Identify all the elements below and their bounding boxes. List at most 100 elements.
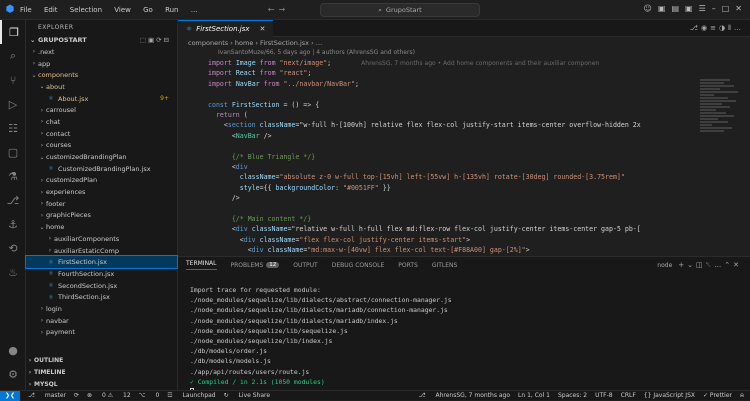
branch-indicator[interactable]: ⎇ master	[28, 392, 66, 399]
toggle-secondary-sidebar-icon[interactable]: ▣	[685, 4, 693, 13]
python-icon[interactable]: ♨	[0, 260, 26, 284]
more-icon[interactable]: …	[714, 261, 724, 269]
toggle-panel-icon[interactable]: ▤	[671, 4, 679, 13]
minimap[interactable]	[700, 78, 740, 158]
tree-folder[interactable]: › .next	[26, 46, 177, 58]
search-icon[interactable]: ⌕	[0, 44, 26, 68]
code-editor[interactable]: IvanSantoMuze/66, 5 days ago | 4 authors…	[178, 49, 750, 256]
copilot-icon[interactable]: ☺	[644, 4, 652, 13]
section-outline[interactable]: › OUTLINE	[26, 355, 178, 367]
tree-folder[interactable]: › carrousel	[26, 104, 177, 116]
gitlens-blame-status[interactable]: ⎇ AhrensSG, 7 months ago	[419, 392, 510, 400]
tree-folder[interactable]: › navbar	[26, 315, 177, 327]
file-tree: › .next › app ⌄ components ⌄ about ⚛ About.jsx 9+ ›…	[25, 46, 178, 339]
tab-gitlens[interactable]: GITLENS	[432, 262, 458, 269]
trash-icon[interactable]: ␡	[706, 261, 715, 269]
extensions-icon[interactable]: ☷	[0, 116, 26, 140]
tree-folder[interactable]: › courses	[26, 140, 177, 152]
gitlens-icon[interactable]: ⎇	[0, 188, 26, 212]
tree-folder[interactable]: ⌄ home	[26, 221, 177, 233]
breadcrumb[interactable]: components › home › FirstSection.jsx › …	[178, 37, 750, 49]
tree-folder[interactable]: › customizedPlan	[26, 175, 177, 187]
section-mysql[interactable]: › MYSQL	[26, 378, 178, 390]
tree-folder[interactable]: › graphicPieces	[26, 210, 177, 222]
toggle-sidebar-icon[interactable]: ▣	[658, 4, 666, 13]
layout-icon[interactable]: ☰	[699, 4, 706, 13]
close-tab-icon[interactable]: ✕	[260, 25, 266, 33]
run-debug-icon[interactable]: ▷	[0, 92, 26, 116]
tree-folder[interactable]: › app	[26, 58, 177, 70]
tree-folder[interactable]: › footer	[26, 198, 177, 210]
add-terminal-icon[interactable]: +	[678, 261, 687, 269]
tree-folder[interactable]: › login	[26, 303, 177, 315]
tree-folder[interactable]: ⌄ customizedBrandingPlan	[26, 151, 177, 163]
tree-folder[interactable]: ⌄ about	[26, 81, 177, 93]
tab-problems[interactable]: PROBLEMS 12	[231, 262, 280, 269]
live-share-button[interactable]: ↻ Live Share	[224, 392, 270, 399]
line-ending[interactable]: CRLF	[621, 392, 636, 400]
menu-more[interactable]: …	[191, 6, 198, 14]
indentation[interactable]: Spaces: 2	[558, 392, 587, 400]
menu-selection[interactable]: Selection	[70, 6, 102, 14]
tree-folder[interactable]: › auxiliarEstaticComp	[26, 245, 177, 257]
forward-arrow-icon[interactable]: →	[278, 5, 289, 14]
ports-indicator[interactable]: ⌥ 0	[139, 392, 160, 399]
sync-icon[interactable]: ⟳	[74, 392, 79, 399]
prettier-status[interactable]: ✓ Prettier	[703, 392, 732, 400]
menu-view[interactable]: View	[114, 6, 131, 14]
launchpad-button[interactable]: ☲ Launchpad	[167, 392, 215, 399]
section-timeline[interactable]: › TIMELINE	[26, 367, 178, 379]
tab-output[interactable]: OUTPUT	[293, 262, 317, 269]
remote-indicator-icon[interactable]: ❯❮	[0, 390, 20, 401]
maximize-icon[interactable]: □	[722, 4, 730, 13]
tree-folder[interactable]: › payment	[26, 327, 177, 339]
docker-icon[interactable]: ⚓	[0, 212, 26, 236]
menu-run[interactable]: Run	[165, 6, 178, 14]
tree-folder[interactable]: › experiences	[26, 186, 177, 198]
tree-folder[interactable]: › chat	[26, 116, 177, 128]
notifications-bell-icon[interactable]: ⍾	[740, 392, 744, 400]
explorer-toolbar[interactable]: ⬚▣⟳⊟	[140, 36, 171, 44]
live-share-icon[interactable]: ⟲	[0, 236, 26, 260]
maximize-panel-icon[interactable]: ⌃	[724, 261, 733, 269]
close-panel-icon[interactable]: ✕	[733, 261, 742, 269]
tab-ports[interactable]: PORTS	[398, 262, 418, 269]
encoding[interactable]: UTF-8	[595, 392, 613, 400]
tree-folder[interactable]: › auxiliarComponents	[26, 233, 177, 245]
terminal-output[interactable]: Import trace for requested module: ./node…	[178, 273, 750, 397]
close-icon[interactable]: ✕	[735, 4, 742, 13]
source-control-icon[interactable]: ⑂	[0, 68, 26, 92]
editor-actions[interactable]: ⎇◉≡◑⫴…	[690, 24, 744, 33]
manage-gear-icon[interactable]: ⚙	[0, 362, 26, 386]
tree-file[interactable]: ⚛ FirstSection.jsx	[25, 255, 178, 270]
tab-terminal[interactable]: TERMINAL	[186, 260, 217, 270]
tab-firstsection[interactable]: ⚛ FirstSection.jsx ✕	[178, 20, 274, 37]
tree-file[interactable]: ⚛ FourthSection.jsx	[26, 268, 177, 280]
tree-file[interactable]: ⚛ About.jsx 9+	[26, 93, 177, 105]
testing-icon[interactable]: ⚗	[0, 164, 26, 188]
minimize-icon[interactable]: –	[712, 4, 716, 13]
chevron-down-icon[interactable]: ⌄	[687, 261, 696, 269]
workspace-header[interactable]: ⌄ GRUPOSTART ⬚▣⟳⊟	[26, 34, 177, 46]
tree-file[interactable]: ⚛ ThirdSection.jsx	[26, 291, 177, 303]
split-terminal-icon[interactable]: ◫	[696, 261, 706, 269]
codelens-blame[interactable]: IvanSantoMuze/66, 5 days ago | 4 authors…	[218, 49, 415, 56]
tree-folder[interactable]: ⌄ components	[26, 69, 177, 81]
tree-file[interactable]: ⚛ CustomizedBrandingPlan.jsx	[26, 163, 177, 175]
menu-go[interactable]: Go	[143, 6, 153, 14]
problems-indicator[interactable]: ⊗ 0 ⚠ 12	[87, 392, 131, 399]
tree-folder[interactable]: › contact	[26, 128, 177, 140]
explorer-icon[interactable]: ❐	[0, 20, 26, 44]
command-center-search[interactable]: ⌕ GrupoStart	[320, 3, 480, 17]
language-mode[interactable]: {} JavaScript JSX	[644, 392, 695, 400]
back-arrow-icon[interactable]: ←	[268, 5, 279, 14]
cursor-position[interactable]: Ln 1, Col 1	[518, 392, 550, 400]
tree-file[interactable]: ⚛ SecondSection.jsx	[26, 280, 177, 292]
terminal-shell-label[interactable]: node	[657, 262, 672, 269]
menu-file[interactable]: File	[20, 6, 32, 14]
menu-edit[interactable]: Edit	[44, 6, 58, 14]
remote-explorer-icon[interactable]: ▢	[0, 140, 26, 164]
terminal-line: ./db/models/order.js	[190, 347, 267, 356]
tab-debug-console[interactable]: DEBUG CONSOLE	[332, 262, 385, 269]
account-icon[interactable]: ●	[0, 338, 26, 362]
